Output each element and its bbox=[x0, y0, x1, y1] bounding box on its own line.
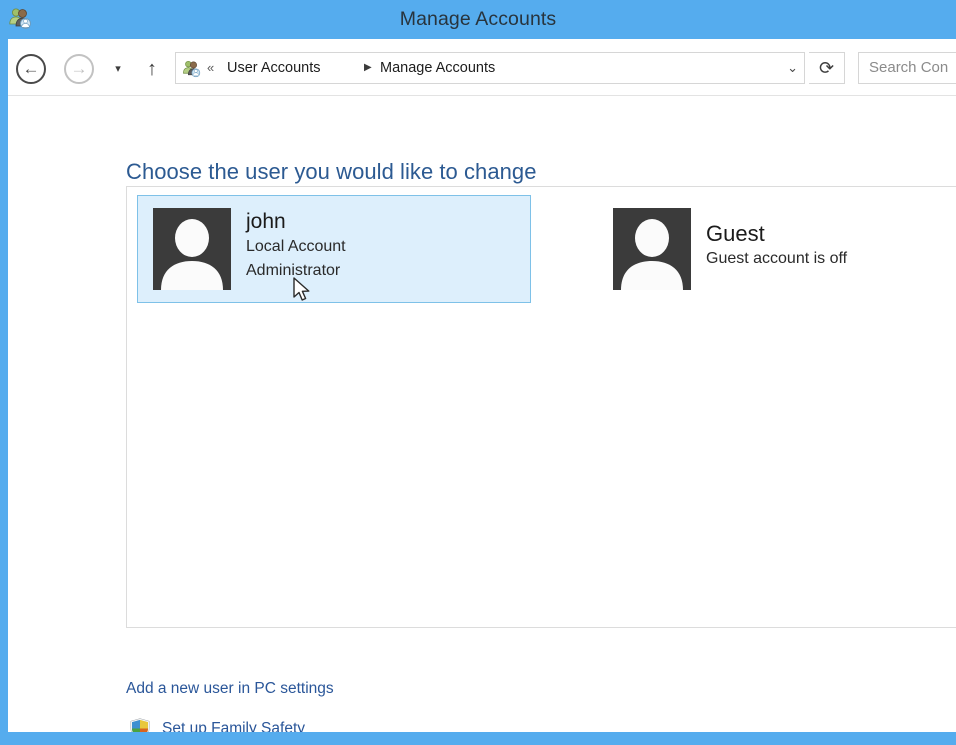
navigation-toolbar: ← → ▾ ↑ « User Accounts ▶ Manage Account… bbox=[8, 39, 956, 96]
account-tile-guest[interactable]: Guest Guest account is off bbox=[597, 195, 956, 303]
title-bar: Manage Accounts bbox=[0, 0, 956, 39]
account-info: john Local Account Administrator bbox=[246, 209, 524, 283]
account-info: Guest Guest account is off bbox=[706, 221, 956, 271]
refresh-icon: ⟳ bbox=[818, 58, 835, 78]
account-role: Administrator bbox=[246, 262, 341, 279]
user-avatar-icon bbox=[613, 208, 691, 290]
account-name: Guest bbox=[706, 221, 765, 246]
forward-button[interactable]: → bbox=[64, 54, 94, 84]
back-button[interactable]: ← bbox=[16, 54, 46, 84]
breadcrumb-item-user-accounts[interactable]: User Accounts bbox=[227, 53, 321, 83]
window-client-area: ← → ▾ ↑ « User Accounts ▶ Manage Account… bbox=[8, 39, 956, 732]
user-avatar-icon bbox=[153, 208, 231, 290]
forward-arrow-icon: → bbox=[70, 59, 88, 78]
link-add-a-new-user-in-pc-settings[interactable]: Add a new user in PC settings bbox=[126, 680, 334, 698]
uac-shield-icon bbox=[130, 718, 150, 732]
refresh-button[interactable]: ⟳ bbox=[809, 52, 845, 84]
account-name: john bbox=[246, 210, 286, 233]
back-arrow-icon: ← bbox=[22, 59, 40, 78]
user-accounts-icon bbox=[183, 60, 201, 78]
account-type: Local Account bbox=[246, 238, 346, 255]
breadcrumb-item-manage-accounts[interactable]: Manage Accounts bbox=[380, 53, 495, 83]
search-box[interactable]: Search Con bbox=[858, 52, 956, 84]
address-bar[interactable]: « User Accounts ▶ Manage Accounts ⌄ bbox=[175, 52, 805, 84]
window-frame: Manage Accounts ← → ▾ ↑ « User Accounts … bbox=[0, 0, 956, 745]
window-title: Manage Accounts bbox=[399, 8, 557, 30]
account-status: Guest account is off bbox=[706, 250, 848, 267]
accounts-list-panel: john Local Account Administrator Guest G… bbox=[126, 186, 956, 628]
recent-locations-button[interactable]: ▾ bbox=[107, 54, 129, 84]
page-title: Choose the user you would like to change bbox=[126, 159, 537, 184]
search-input[interactable]: Search Con bbox=[869, 53, 948, 83]
chevron-right-icon[interactable]: ▶ bbox=[364, 53, 372, 83]
chevron-down-icon[interactable]: ⌄ bbox=[787, 53, 798, 83]
link-set-up-family-safety[interactable]: Set up Family Safety bbox=[162, 716, 305, 732]
breadcrumb-overflow-chevrons[interactable]: « bbox=[207, 53, 214, 83]
up-one-level-button[interactable]: ↑ bbox=[138, 54, 166, 84]
account-tile-john[interactable]: john Local Account Administrator bbox=[137, 195, 531, 303]
